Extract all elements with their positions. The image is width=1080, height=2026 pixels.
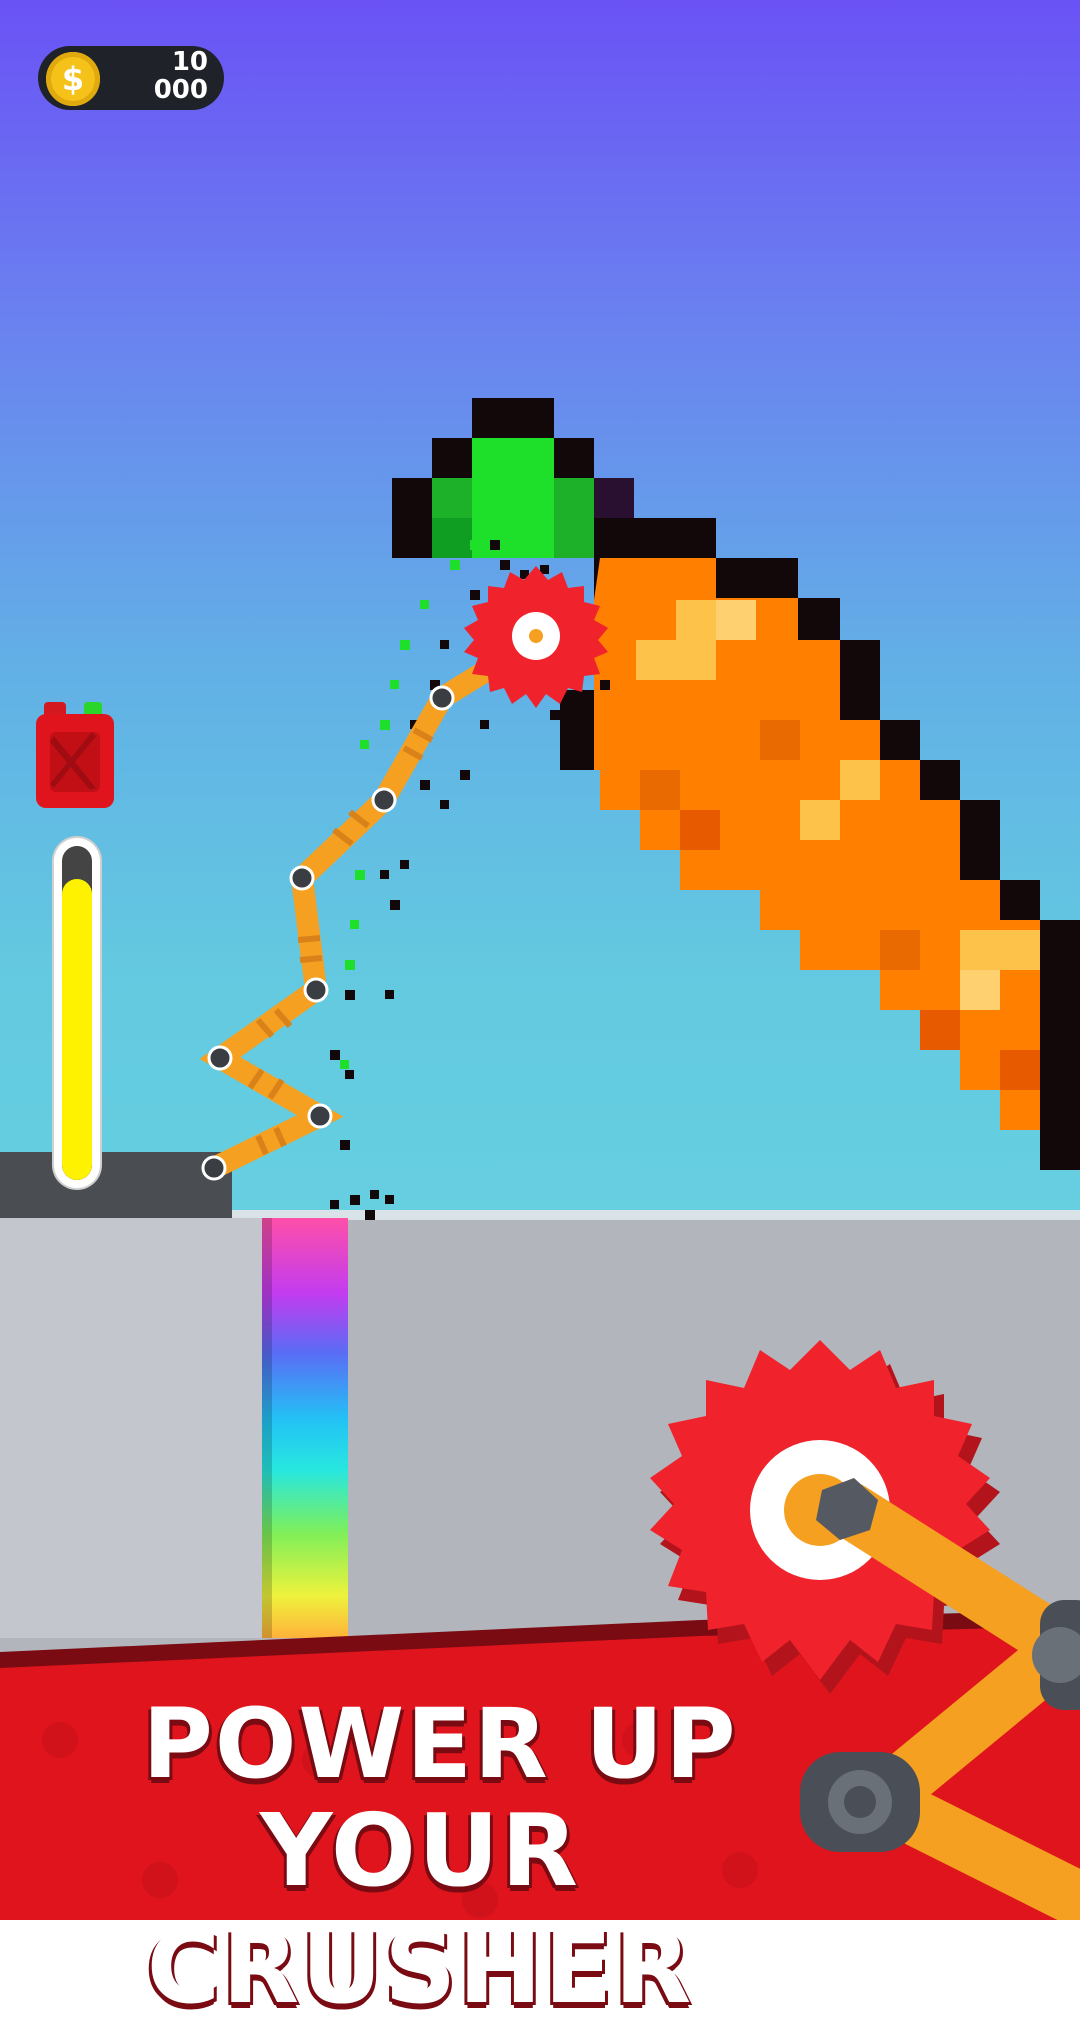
banner-headline-line1: POWER UP bbox=[142, 1688, 738, 1800]
promo-crusher bbox=[650, 1340, 1080, 1920]
banner-headline-line2: YOUR CRUSHER bbox=[146, 1792, 694, 2026]
